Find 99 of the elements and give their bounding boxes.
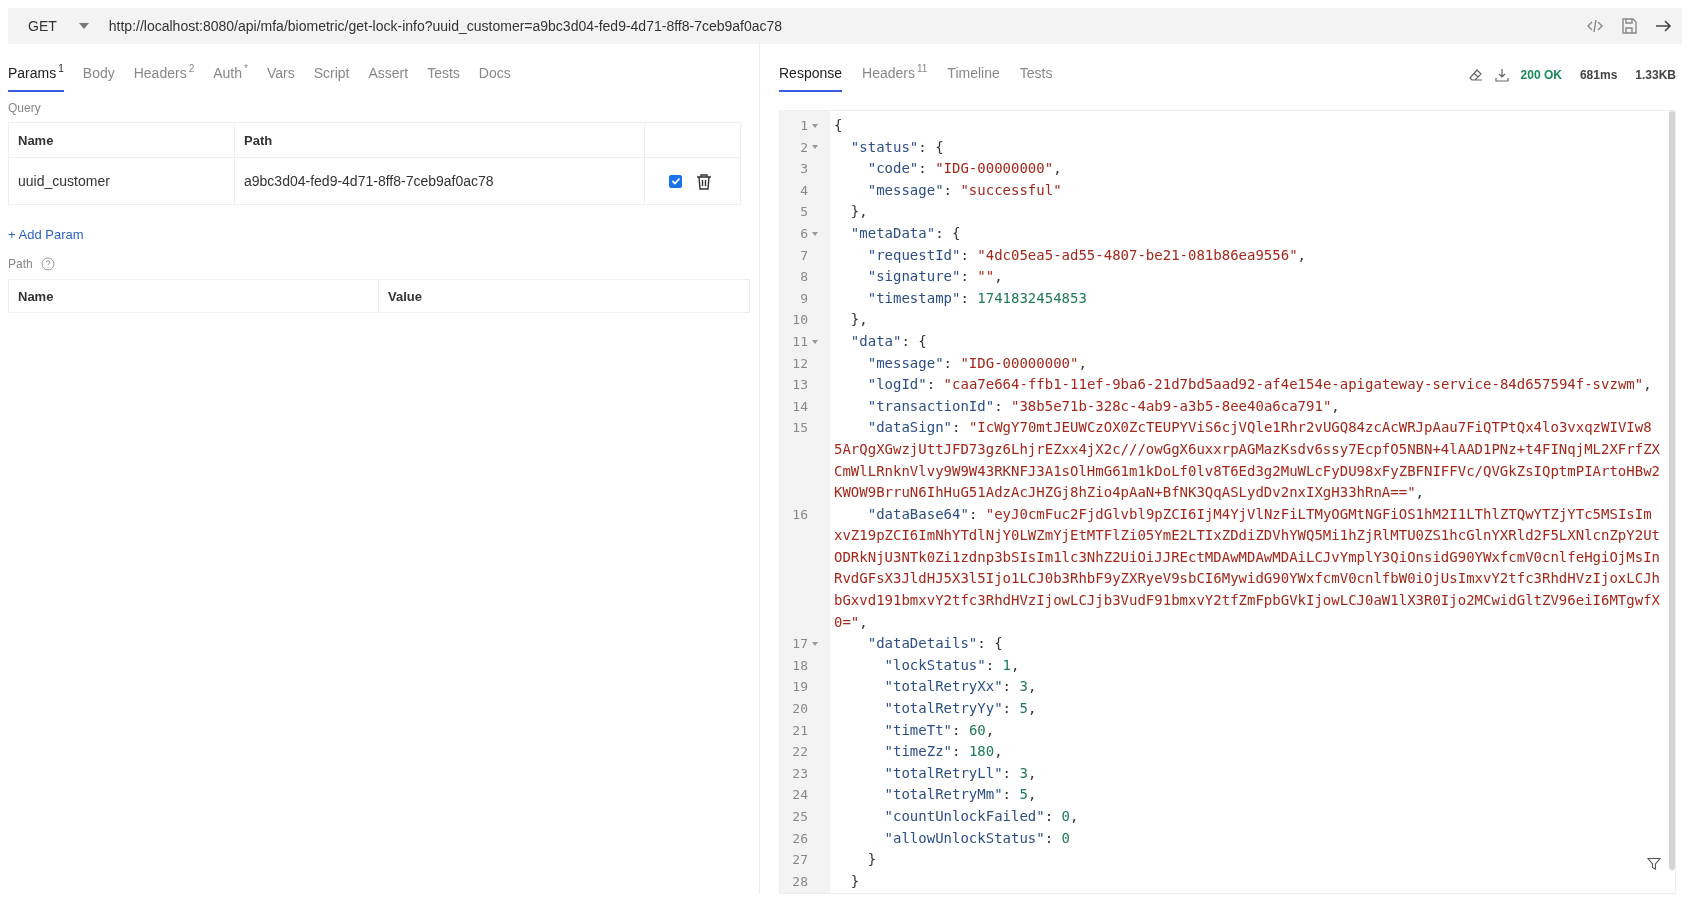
code-line: "allowUnlockStatus": 0 — [883, 828, 1071, 848]
code-line: "dataSign": "IcWgY70mtJEUWCzOX0ZcTEUPYViS6cjVQle1Rhr2vUGQ84zcAcWRJpAau7FiQTPtQx4lo3vxqzWIVIw85ArQgXGwzjUttJFD73gz6LhjrEZxx4jX2c///owGgX6uxxrpAGMazKsdv6ssy7EcpfO5NBN+4lAAD1PNz+t4FINqjML2XFrfZXCmWlLRnknVlvy9W9W43RKNFJ3A1sOlHmG61m1kDoLf0lv8T6Ed3g2MuWLcFyDU98xFyZBFNIFFVc/QVGkZsIQptmPIArtoHBw2KWOW9BrruN6IhHuG51AdzAcJHZGj8hZio4pAaN+BfNK3QqASLydDv2nxIXgH33hRnA==", — [833, 418, 1660, 503]
url-bar[interactable]: GET http://localhost:8080/api/mfa/biometric/get-lock-info?uuid_customer=a9bc3d04-fed9-4d71-8ff8-7ceb9af0ac78 — [8, 8, 1682, 44]
request-tab[interactable]: Assert — [368, 65, 409, 92]
code-line: "transactionId": "38b5e71b-328c-4ab9-a3b5-8ee40a6ca791", — [866, 396, 1340, 416]
line-number: 21 — [791, 721, 808, 740]
status-text: 200 OK — [1520, 68, 1562, 82]
request-tab[interactable]: Tests — [427, 65, 460, 92]
section-label: Path — [8, 257, 33, 271]
request-tab[interactable]: Script — [313, 65, 350, 92]
column-header: Name — [9, 280, 379, 312]
table-cell: uuid_customer — [9, 158, 235, 204]
line-number: 24 — [791, 786, 808, 805]
code-line: } — [866, 850, 877, 870]
table-cell: a9bc3d04-fed9-4d71-8ff8-7ceb9af0ac78 — [235, 158, 645, 204]
line-number: 13 — [791, 376, 808, 395]
request-tab[interactable]: Vars — [266, 65, 295, 92]
code-line: "timestamp": 1741832454853 — [866, 288, 1087, 308]
line-number: 28 — [791, 872, 808, 891]
code-line: "totalRetryYy": 5, — [883, 699, 1037, 719]
scrollbar[interactable] — [1669, 111, 1675, 870]
request-tab[interactable]: Docs — [478, 65, 511, 92]
caret-icon — [78, 23, 89, 29]
request-tab[interactable]: Params$^{1}$ — [8, 63, 64, 92]
response-size: 1.33KB — [1635, 68, 1676, 82]
line-number: 19 — [791, 678, 808, 697]
code-line: "signature": "", — [866, 267, 1003, 287]
line-number: 6 — [799, 224, 808, 243]
code-line: "data": { — [849, 331, 927, 351]
eraser-icon[interactable] — [1468, 68, 1483, 82]
fold-caret-icon[interactable] — [812, 339, 818, 344]
code-line: } — [849, 871, 860, 891]
code-line: "dataBase64": "eyJ0cmFuc2FjdGlvbl9pZCI6IjM4YjVlNzFiLTMyOGMtNGFiOS1hM2I1LThlZTQwYTZjYTc5MSIsImxvZ19pZCI6ImNhYTdlNjY0LWZmYjEtMTFlZi05YmE2LTIxZDdiZDVhYWQ5Mi1hZjRlMTU0ZS1hcGlnYXRld2F5LXNlcnZpY2UtODRkNjU3NTk0Zi1zdnp3bSIsIm1lc3NhZ2UiOiJJREctMDAwMDAwMDAiLCJvYmplY3QiOnsidG90YWxfcmV0cnlfeHgiOjMsInRvdGFsX3JldHJ5X3l5Ijo1LCJ0b3RhbF9yZXRyeV9sbCI6MywidG90YWxfcmV0cnlfbW0iOjUsImxvY2tfc3RhdHVzIjoxLCJhbGxvd191bmxvY2tfc3RhdHVzIjowLCJjb3VudF91bmxvY2tfZmFpbGVkIjowLCJ0aW1lX3R0Ijo2MCwidGltZV96eiI6MTgwfX0=", — [833, 504, 1660, 632]
url-field[interactable]: http://localhost:8080/api/mfa/biometric/get-lock-info?uuid_customer=a9bc3d04-fed9-4d71-8ff8-7ceb9af0ac78 — [108, 18, 1570, 34]
checkbox[interactable] — [669, 174, 682, 188]
save-icon[interactable] — [1620, 17, 1638, 35]
fold-caret-icon[interactable] — [812, 642, 818, 647]
code-line: "lockStatus": 1, — [883, 655, 1020, 675]
line-number: 5 — [799, 203, 808, 222]
response-tab[interactable]: Response — [779, 65, 843, 92]
line-number: 25 — [791, 808, 808, 826]
line-number: 1 — [799, 117, 808, 135]
filter-icon[interactable] — [1647, 857, 1661, 871]
code-line: "totalRetryXx": 3, — [883, 677, 1037, 697]
fold-caret-icon[interactable] — [812, 145, 818, 150]
section-label: Query — [8, 101, 42, 115]
code-line: { — [833, 116, 843, 135]
code-line: "totalRetryMm": 5, — [883, 785, 1037, 805]
line-number: 11 — [791, 332, 808, 351]
response-tab[interactable]: Headers$^{11}$ — [862, 63, 928, 92]
line-number: 22 — [791, 743, 808, 762]
code-line: }, — [849, 202, 868, 222]
response-time: 681ms — [1579, 68, 1618, 82]
code-line: "timeTt": 60, — [883, 720, 995, 740]
line-number: 15 — [791, 419, 808, 438]
code-line: "message": "successful" — [866, 180, 1062, 200]
code-line: "message": "IDG-00000000", — [866, 353, 1087, 373]
line-number: 12 — [791, 354, 808, 373]
code-line: "code": "IDG-00000000", — [866, 159, 1062, 179]
code-line: "timeZz": 180, — [883, 742, 1003, 762]
request-tab[interactable]: Headers$^{2}$ — [133, 63, 195, 92]
response-tab[interactable]: Tests — [1019, 65, 1053, 92]
method-dropdown[interactable]: GET — [20, 18, 95, 34]
column-header: Value — [387, 287, 423, 306]
response-tab[interactable]: Timeline — [947, 65, 1000, 92]
line-number: 3 — [799, 160, 808, 179]
code-line: "logId": "caa7e664-ffb1-11ef-9ba6-21d7bd5aad92-af4e154e-apigateway-service-84d657594f-svzwm", — [866, 375, 1652, 395]
download-icon[interactable] — [1494, 68, 1509, 82]
column-header: Path — [235, 123, 645, 157]
code-line: "countUnlockFailed": 0, — [883, 807, 1079, 826]
line-number: 2 — [799, 138, 808, 157]
add-param-link[interactable]: + Add Param — [8, 227, 84, 242]
line-number: 8 — [799, 268, 808, 287]
code-line: }, — [849, 310, 868, 330]
request-tab[interactable]: Body — [82, 65, 115, 92]
fold-caret-icon[interactable] — [812, 123, 818, 128]
line-number: 23 — [791, 764, 808, 783]
code-line: "requestId": "4dc05ea5-ad55-4807-be21-081b86ea9556", — [866, 245, 1307, 265]
code-icon[interactable] — [1586, 17, 1604, 35]
request-tab[interactable]: Auth$^{*}$ — [213, 63, 248, 92]
line-number: 18 — [791, 656, 808, 675]
line-number: 16 — [791, 505, 808, 524]
code-line: "dataDetails": { — [866, 634, 1003, 654]
fold-caret-icon[interactable] — [812, 231, 818, 236]
trash-icon[interactable] — [696, 172, 712, 190]
code-line: "metaData": { — [849, 223, 961, 243]
line-number: 4 — [799, 181, 808, 200]
line-number: 26 — [791, 829, 808, 848]
line-number: 7 — [799, 246, 808, 265]
help-icon[interactable] — [40, 257, 55, 271]
column-header: Name — [9, 123, 235, 157]
line-number: 14 — [791, 397, 808, 416]
code-line: "status": { — [849, 137, 944, 157]
line-number: 20 — [791, 700, 808, 719]
line-number: 17 — [791, 635, 808, 654]
line-number: 27 — [791, 851, 808, 870]
line-number: 9 — [799, 289, 808, 308]
line-number: 10 — [791, 311, 808, 330]
code-line: "totalRetryLl": 3, — [883, 763, 1037, 783]
